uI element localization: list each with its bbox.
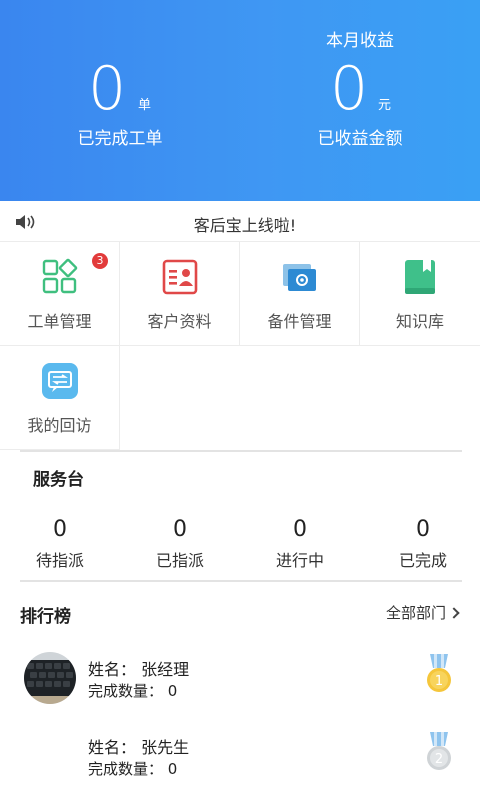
completed-orders-unit: 单 bbox=[138, 98, 152, 113]
ranking-row[interactable]: 姓名： 张先生 完成数量： 0 2 bbox=[0, 730, 480, 800]
stat-label: 已指派 bbox=[155, 551, 204, 570]
section-divider bbox=[20, 580, 462, 582]
stat-completed[interactable]: 0 已完成 bbox=[363, 515, 480, 571]
stat-label: 待指派 bbox=[35, 551, 84, 570]
avatar bbox=[24, 652, 76, 704]
medal-rank-text: 2 bbox=[435, 752, 443, 767]
stat-assigned[interactable]: 0 已指派 bbox=[120, 515, 240, 571]
ranking-name: 姓名： 张经理 bbox=[88, 660, 190, 679]
spare-parts-tile[interactable]: 备件管理 bbox=[240, 242, 360, 346]
work-order-badge: 3 bbox=[92, 253, 108, 269]
notice-bar[interactable]: 客后宝上线啦! bbox=[0, 201, 480, 242]
ranking-count: 完成数量： 0 bbox=[88, 682, 178, 700]
parts-photo-icon bbox=[283, 264, 316, 291]
chevron-right-icon bbox=[448, 607, 460, 619]
keyboard-photo-icon bbox=[24, 652, 76, 704]
department-filter-label: 全部部门 bbox=[385, 604, 446, 622]
stat-value: 0 bbox=[53, 517, 67, 542]
ranking-row[interactable]: 姓名： 张经理 完成数量： 0 1 bbox=[0, 652, 480, 722]
function-grid: 3 工单管理 客户资料 备件管理 知识库 我的回访 bbox=[0, 242, 480, 450]
silver-medal-icon: 2 bbox=[427, 732, 451, 770]
section-divider bbox=[20, 450, 462, 452]
department-filter-link[interactable]: 全部部门 bbox=[385, 602, 460, 623]
book-icon bbox=[405, 260, 435, 294]
my-follow-up-label: 我的回访 bbox=[27, 416, 92, 435]
spare-parts-label: 备件管理 bbox=[267, 312, 332, 331]
stat-value: 0 bbox=[293, 517, 307, 542]
customer-info-label: 客户资料 bbox=[147, 312, 212, 331]
stat-pending-assignment[interactable]: 0 待指派 bbox=[0, 515, 120, 571]
completed-orders-label: 已完成工单 bbox=[77, 129, 163, 149]
completed-orders-summary[interactable]: 0 单 已完成工单 bbox=[0, 0, 240, 201]
stat-value: 0 bbox=[416, 517, 430, 542]
my-follow-up-tile[interactable]: 我的回访 bbox=[0, 346, 120, 450]
work-order-management-tile[interactable]: 3 工单管理 bbox=[0, 242, 120, 346]
earnings-header: 0 单 已完成工单 本月收益 0 元 已收益金额 bbox=[0, 0, 480, 201]
gold-medal-icon: 1 bbox=[427, 654, 451, 692]
earned-amount-value: 0 bbox=[330, 54, 369, 124]
medal-rank-text: 1 bbox=[435, 674, 443, 689]
work-order-management-label: 工单管理 bbox=[27, 312, 92, 331]
stat-value: 0 bbox=[173, 517, 187, 542]
stat-label: 已完成 bbox=[398, 551, 447, 570]
chat-return-icon bbox=[42, 363, 78, 399]
contact-card-icon bbox=[162, 259, 198, 295]
stat-in-progress[interactable]: 0 进行中 bbox=[240, 515, 360, 571]
ranking-count: 完成数量： 0 bbox=[88, 760, 178, 778]
service-desk-title: 服务台 bbox=[33, 470, 84, 490]
earned-amount-label: 已收益金额 bbox=[317, 129, 403, 149]
ranking-name: 姓名： 张先生 bbox=[88, 738, 190, 757]
knowledge-base-label: 知识库 bbox=[395, 312, 444, 331]
grid-apps-icon bbox=[42, 258, 78, 294]
knowledge-base-tile[interactable]: 知识库 bbox=[360, 242, 480, 346]
ranking-title: 排行榜 bbox=[20, 607, 71, 627]
notice-text: 客后宝上线啦! bbox=[193, 216, 297, 235]
customer-info-tile[interactable]: 客户资料 bbox=[120, 242, 240, 346]
monthly-earnings-summary[interactable]: 本月收益 0 元 已收益金额 bbox=[240, 0, 480, 201]
service-desk-stats: 0 待指派 0 已指派 0 进行中 0 已完成 bbox=[0, 515, 480, 575]
monthly-earnings-caption: 本月收益 bbox=[326, 31, 394, 51]
completed-orders-count: 0 bbox=[88, 54, 127, 124]
earned-amount-unit: 元 bbox=[378, 98, 392, 113]
stat-label: 进行中 bbox=[275, 551, 324, 570]
